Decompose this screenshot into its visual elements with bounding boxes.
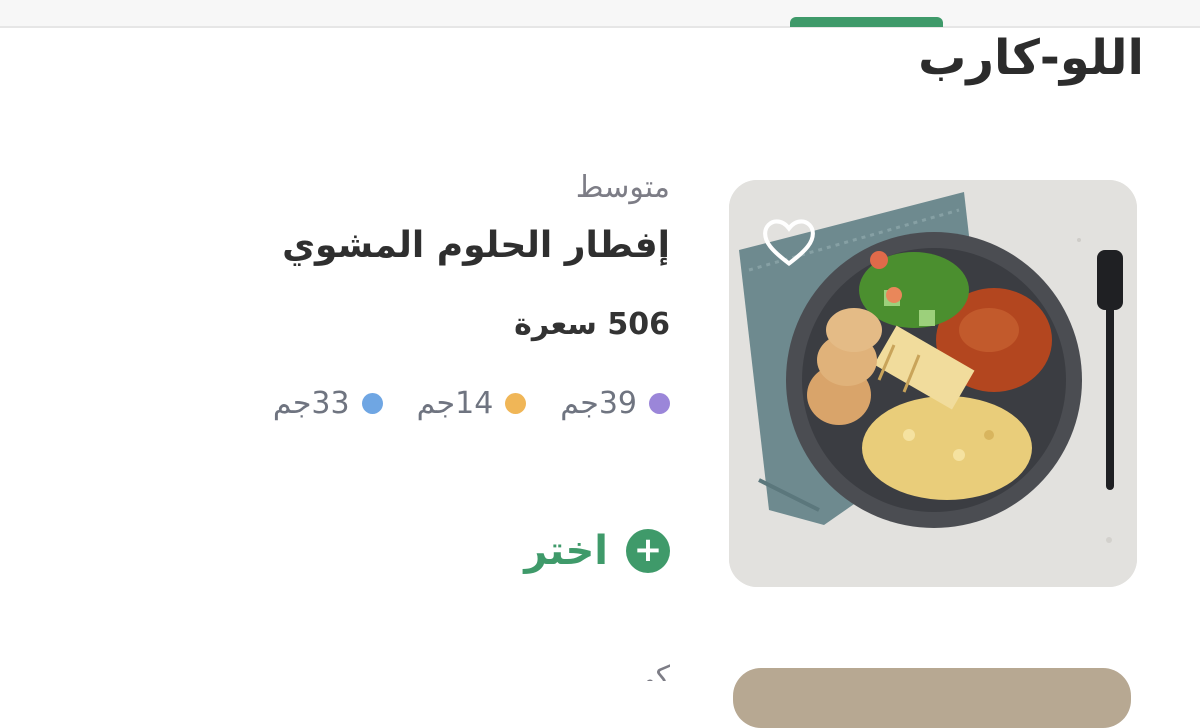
calories-label: 506 سعرة (514, 307, 670, 342)
top-tab-bar (0, 0, 1200, 28)
macro-carbs: 39جم (560, 386, 670, 421)
section-title: اللو-كارب (918, 30, 1144, 86)
macro-dot (649, 393, 670, 414)
macro-protein: 33جم (273, 386, 383, 421)
plus-icon[interactable]: + (626, 529, 670, 573)
select-label[interactable]: اختر (524, 528, 608, 574)
macro-dot (505, 393, 527, 414)
macro-label: 33جم (272, 386, 350, 421)
macro-fat: 14جم (417, 386, 527, 421)
active-tab-indicator[interactable] (790, 17, 943, 27)
meal-image[interactable] (729, 180, 1137, 587)
macro-label: 14جم (416, 386, 494, 421)
macros-row: 39جم 14جم 33جم (273, 386, 670, 421)
meal-name: إفطار الحلوم المشوي (282, 225, 670, 266)
macro-dot (361, 393, 383, 414)
next-meal-image[interactable] (733, 668, 1131, 728)
heart-icon[interactable] (761, 218, 817, 268)
macro-label: 39جم (560, 386, 637, 421)
next-meal-difficulty: كي (630, 660, 670, 681)
select-meal-button[interactable]: + اختر (524, 528, 670, 574)
difficulty-label: متوسط (575, 170, 670, 205)
